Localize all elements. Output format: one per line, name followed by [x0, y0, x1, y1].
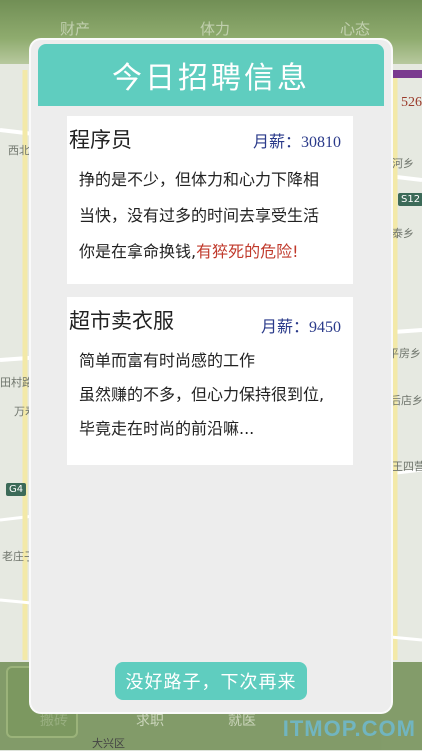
job-card-programmer[interactable]: 程序员 月薪：30810 挣的是不少，但体力和心力下降相 当快，没有过多的时间去…	[67, 116, 353, 284]
stat-number: 526	[401, 95, 422, 110]
danger-warning: 有猝死的危险!	[196, 242, 299, 261]
job-dialog: 今日招聘信息 程序员 月薪：30810 挣的是不少，但体力和心力下降相 当快，没…	[31, 40, 391, 712]
dismiss-button[interactable]: 没好路子，下次再来	[115, 662, 307, 700]
stat-bar	[390, 70, 422, 78]
map-label: 泰乡	[392, 227, 414, 240]
job-title: 程序员	[69, 128, 132, 152]
map-label: 大兴区	[92, 737, 125, 750]
nav-job[interactable]: 求职	[136, 710, 164, 730]
job-description-line: 毕竟走在时尚的前沿嘛...	[79, 419, 255, 438]
job-title: 超市卖衣服	[69, 309, 174, 333]
map-label: 平房乡	[388, 347, 421, 360]
job-card-clothing[interactable]: 超市卖衣服 月薪：9450 简单而富有时尚感的工作 虽然赚的不多，但心力保持很到…	[67, 297, 353, 465]
map-label: 河乡	[392, 157, 414, 170]
dialog-title: 今日招聘信息	[38, 44, 384, 106]
nav-doctor[interactable]: 就医	[228, 710, 256, 730]
map-label: 西北	[8, 144, 30, 157]
road-badge: S12	[398, 193, 422, 206]
job-salary: 月薪：9450	[260, 319, 341, 336]
map-label: 王四营	[392, 460, 422, 473]
job-description-line: 当快，没有过多的时间去享受生活	[79, 206, 320, 225]
job-description-line: 虽然赚的不多，但心力保持很到位,	[79, 385, 325, 404]
watermark: ITMOP.COM	[282, 716, 416, 741]
job-description-line: 简单而富有时尚感的工作	[79, 351, 256, 370]
job-salary: 月薪：30810	[252, 134, 341, 151]
job-description-line: 挣的是不少，但体力和心力下降相	[79, 170, 320, 189]
job-description-line: 你是在拿命换钱,有猝死的危险!	[79, 242, 299, 261]
map-label: 田村路	[0, 376, 33, 389]
road-badge: G4	[6, 483, 27, 496]
map-label: 后店乡	[390, 394, 422, 407]
